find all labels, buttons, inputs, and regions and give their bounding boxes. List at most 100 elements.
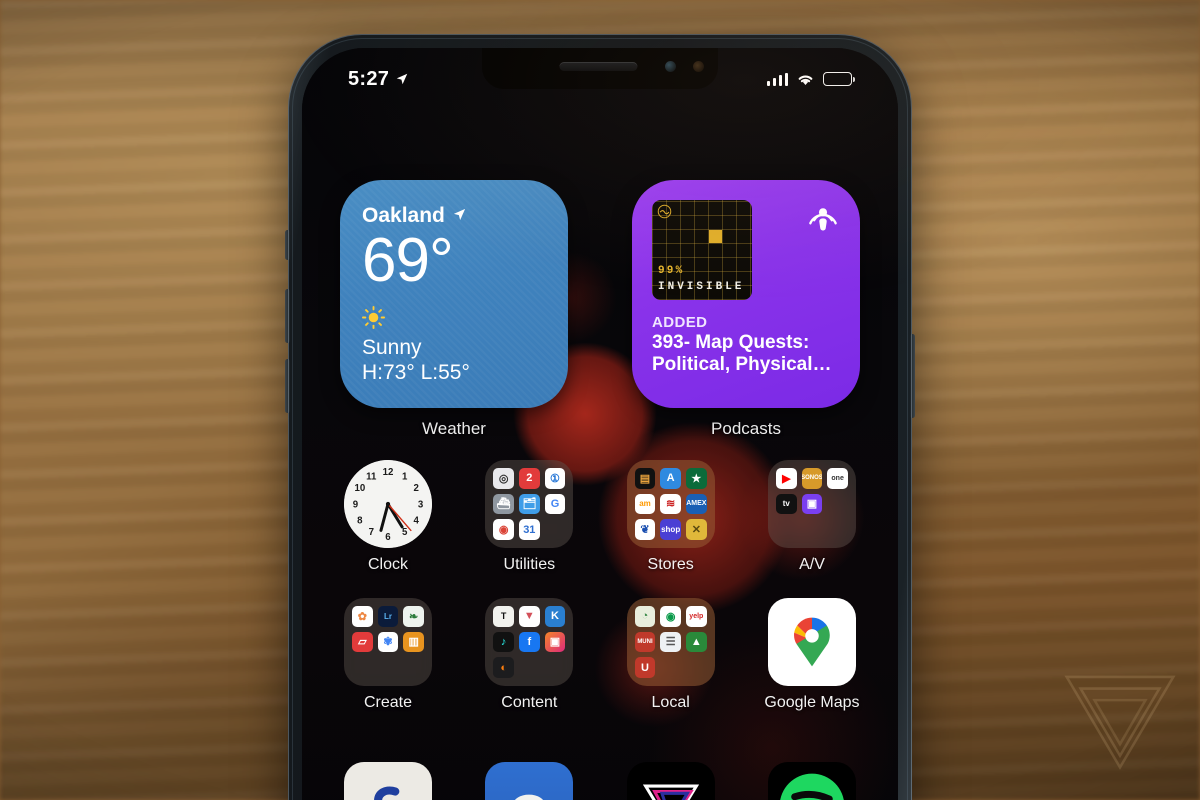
twitch-icon: ▣: [801, 493, 823, 515]
podcasts-widget[interactable]: 99% INVISIBLE ADDED 393- Map Quests: Pol…: [632, 180, 860, 408]
svg-text:8: 8: [357, 515, 363, 526]
google-icon: G: [544, 493, 566, 515]
status-bar: 5:27: [302, 62, 898, 96]
app-simple[interactable]: [332, 762, 444, 800]
verge-icon[interactable]: [626, 762, 715, 800]
weather-widget[interactable]: Oakland 69° Sunny H:73° L:55°: [340, 180, 568, 408]
google-maps-icon[interactable]: [767, 598, 856, 686]
2fas-icon: 2: [518, 468, 540, 489]
svg-text:10: 10: [354, 483, 365, 494]
svg-text:12: 12: [383, 467, 394, 478]
empty-slot: [545, 519, 566, 540]
svg-text:5: 5: [402, 527, 408, 538]
chrome-icon: ◉: [493, 519, 514, 540]
podcasts-widget-label: Podcasts: [711, 419, 781, 438]
weather-widget-cell[interactable]: Oakland 69° Sunny H:73° L:55° Weather: [340, 180, 568, 439]
artwork-yellow-square: [709, 230, 722, 243]
folder-icon[interactable]: ▶ SONOS one tv ▣: [767, 460, 856, 548]
app-label: Utilities: [503, 556, 556, 573]
folder-utilities[interactable]: ◎ 2 ① ⛴ 🗂 G ◉ 31 Utilities: [473, 460, 585, 574]
nyt-icon: T: [493, 606, 514, 627]
podcasts-widget-cell[interactable]: 99% INVISIBLE ADDED 393- Map Quests: Pol…: [632, 180, 860, 439]
files-icon: 🗂: [518, 493, 540, 515]
app-row-1: 12 1 2 345 678 9 10 11 Clock ◎ 2 ① ⛴ 🗂 G…: [332, 460, 868, 574]
podcast-artwork: 99% INVISIBLE: [652, 200, 752, 300]
folder-icon[interactable]: ◔ ◉ yelp MUNI ☰ ▲ U: [626, 598, 715, 686]
app-label: Stores: [647, 556, 694, 573]
app-verge[interactable]: [615, 762, 727, 800]
svg-text:11: 11: [366, 471, 377, 482]
weather-condition: Sunny: [362, 336, 422, 360]
apple-maps-icon: ◔: [634, 606, 656, 627]
podcast-show-name-line2: INVISIBLE: [658, 281, 745, 293]
pocket-icon: ▼: [518, 606, 540, 627]
folder-local[interactable]: ◔ ◉ yelp MUNI ☰ ▲ U Local: [615, 598, 727, 712]
verge-watermark: [1062, 670, 1178, 772]
shop-pay-icon: ≋: [660, 493, 681, 515]
folder-icon[interactable]: ◎ 2 ① ⛴ 🗂 G ◉ 31: [485, 460, 574, 548]
status-time: 5:27: [348, 67, 390, 90]
empty-slot: [802, 519, 823, 540]
1password-icon: ①: [544, 468, 566, 489]
weather-city-row: Oakland: [362, 204, 546, 228]
google-photos-icon: ✾: [377, 631, 399, 653]
status-bar-right: [766, 72, 856, 86]
clock-icon[interactable]: 12 1 2 345 678 9 10 11: [344, 460, 432, 548]
starbucks-icon: ★: [685, 468, 707, 489]
empty-slot: [403, 657, 424, 678]
folder-create[interactable]: ✿ Lr ❧ ▱ ✾ ▥ Create: [332, 598, 444, 712]
empty-slot: [827, 519, 848, 540]
volume-up-button[interactable]: [285, 289, 290, 343]
app-clock[interactable]: 12 1 2 345 678 9 10 11 Clock: [332, 460, 444, 574]
podcast-artwork-row: 99% INVISIBLE: [652, 200, 840, 300]
burger-icon[interactable]: [485, 762, 574, 800]
mute-switch[interactable]: [285, 230, 290, 260]
folder-icon[interactable]: ▤ A ★ am ≋ AMEX ❦ shop ✕: [626, 460, 715, 548]
dock-row: [332, 762, 868, 800]
transit-icon: ☰: [660, 631, 681, 653]
svg-text:2: 2: [413, 483, 418, 494]
sun-icon: [362, 306, 385, 330]
tugboat-icon: ⛴: [493, 493, 514, 515]
svg-text:4: 4: [413, 515, 419, 526]
weather-city-label: Oakland: [362, 204, 445, 227]
status-bar-left: 5:27: [348, 68, 409, 91]
app-google-maps[interactable]: Google Maps: [756, 598, 868, 712]
yelp-icon: yelp: [685, 606, 707, 627]
svg-text:9: 9: [353, 500, 359, 511]
kindle-icon: K: [544, 606, 566, 627]
podcast-episode-title: 393- Map Quests: Political, Physical…: [652, 332, 832, 376]
nextdoor-icon: ◉: [660, 606, 681, 627]
podcasts-icon: [806, 200, 840, 234]
volume-down-button[interactable]: [285, 359, 290, 413]
cellular-bars-icon: [766, 72, 788, 86]
instagram-icon: ▣: [544, 631, 566, 653]
power-button[interactable]: [910, 334, 915, 418]
simple-icon[interactable]: [344, 762, 432, 800]
folder-av[interactable]: ▶ SONOS one tv ▣ A/V: [756, 460, 868, 574]
spotify-icon[interactable]: [767, 762, 856, 800]
phone-screen[interactable]: 5:27 Oakland 69° Sunny H:73° L:55° Weath…: [302, 48, 898, 800]
app-label: Create: [363, 694, 413, 711]
battery-icon: [823, 72, 856, 86]
app-spotify[interactable]: [756, 762, 868, 800]
wifi-icon: [796, 72, 815, 86]
weather-high-low: H:73° L:55°: [362, 361, 470, 385]
weather-details: Sunny H:73° L:55°: [362, 306, 470, 386]
app-burger[interactable]: [473, 762, 585, 800]
app-label: Clock: [367, 556, 408, 573]
youtube-icon: ▶: [775, 468, 797, 489]
folder-stores[interactable]: ▤ A ★ am ≋ AMEX ❦ shop ✕ Stores: [615, 460, 727, 574]
amazon-icon: am: [634, 493, 656, 515]
weather-temperature: 69°: [362, 226, 454, 295]
app-grid: 12 1 2 345 678 9 10 11 Clock ◎ 2 ① ⛴ 🗂 G…: [332, 460, 868, 736]
podcast-status-label: ADDED: [652, 314, 708, 331]
alltrails-icon: ▲: [685, 631, 707, 653]
wallet-icon: ▤: [634, 468, 656, 489]
apple-tv-icon: tv: [775, 493, 797, 515]
folder-icon[interactable]: T ▼ K ♪ f ▣ ◐: [485, 598, 574, 686]
folder-content[interactable]: T ▼ K ♪ f ▣ ◐ Content: [473, 598, 585, 712]
empty-slot: [352, 657, 373, 678]
empty-slot: [378, 657, 399, 678]
folder-icon[interactable]: ✿ Lr ❧ ▱ ✾ ▥: [344, 598, 432, 686]
